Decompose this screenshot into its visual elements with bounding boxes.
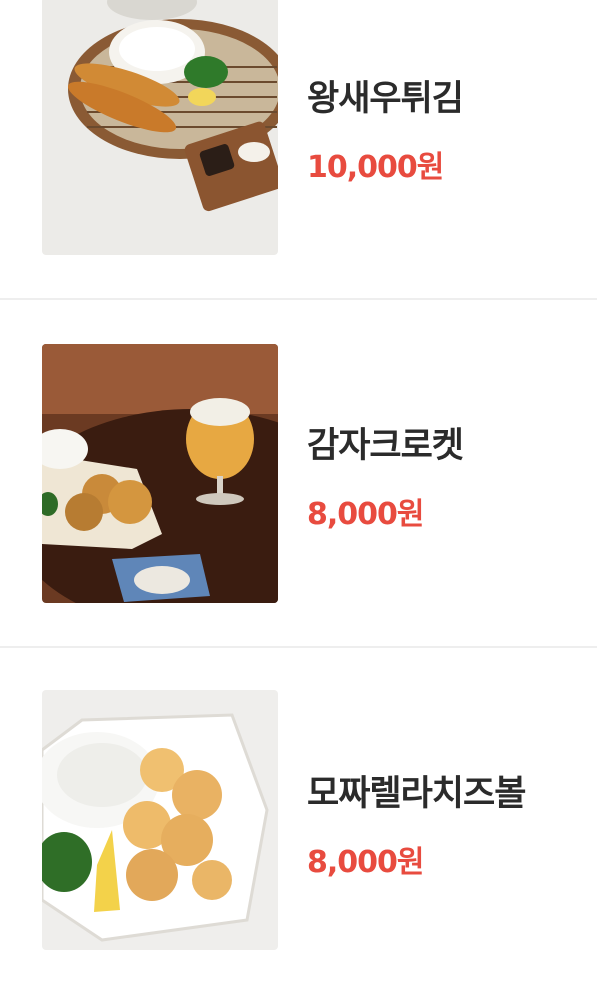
- menu-item-name: 모짜렐라치즈볼: [307, 774, 526, 814]
- fried-jumbo-shrimp-photo: [42, 0, 278, 255]
- menu-item-potato-croquette[interactable]: 감자크로켓 8,000원: [0, 300, 597, 646]
- menu-item-name: 감자크로켓: [307, 426, 464, 466]
- menu-item-name: 왕새우튀김: [307, 79, 464, 119]
- potato-croquette-photo: [42, 344, 278, 603]
- mozzarella-cheese-ball-photo: [42, 690, 278, 950]
- menu-item-price: 8,000원: [307, 845, 424, 880]
- menu-item-fried-jumbo-shrimp[interactable]: 왕새우튀김 10,000원: [0, 0, 597, 298]
- menu-item-price: 8,000원: [307, 497, 424, 532]
- menu-item-price: 10,000원: [307, 150, 444, 185]
- menu-item-mozzarella-cheese-ball[interactable]: 모짜렐라치즈볼 8,000원: [0, 648, 597, 983]
- menu-list: 왕새우튀김 10,000원 감자크로켓 8,000원 모짜렐라치즈볼 8,000…: [0, 0, 597, 983]
